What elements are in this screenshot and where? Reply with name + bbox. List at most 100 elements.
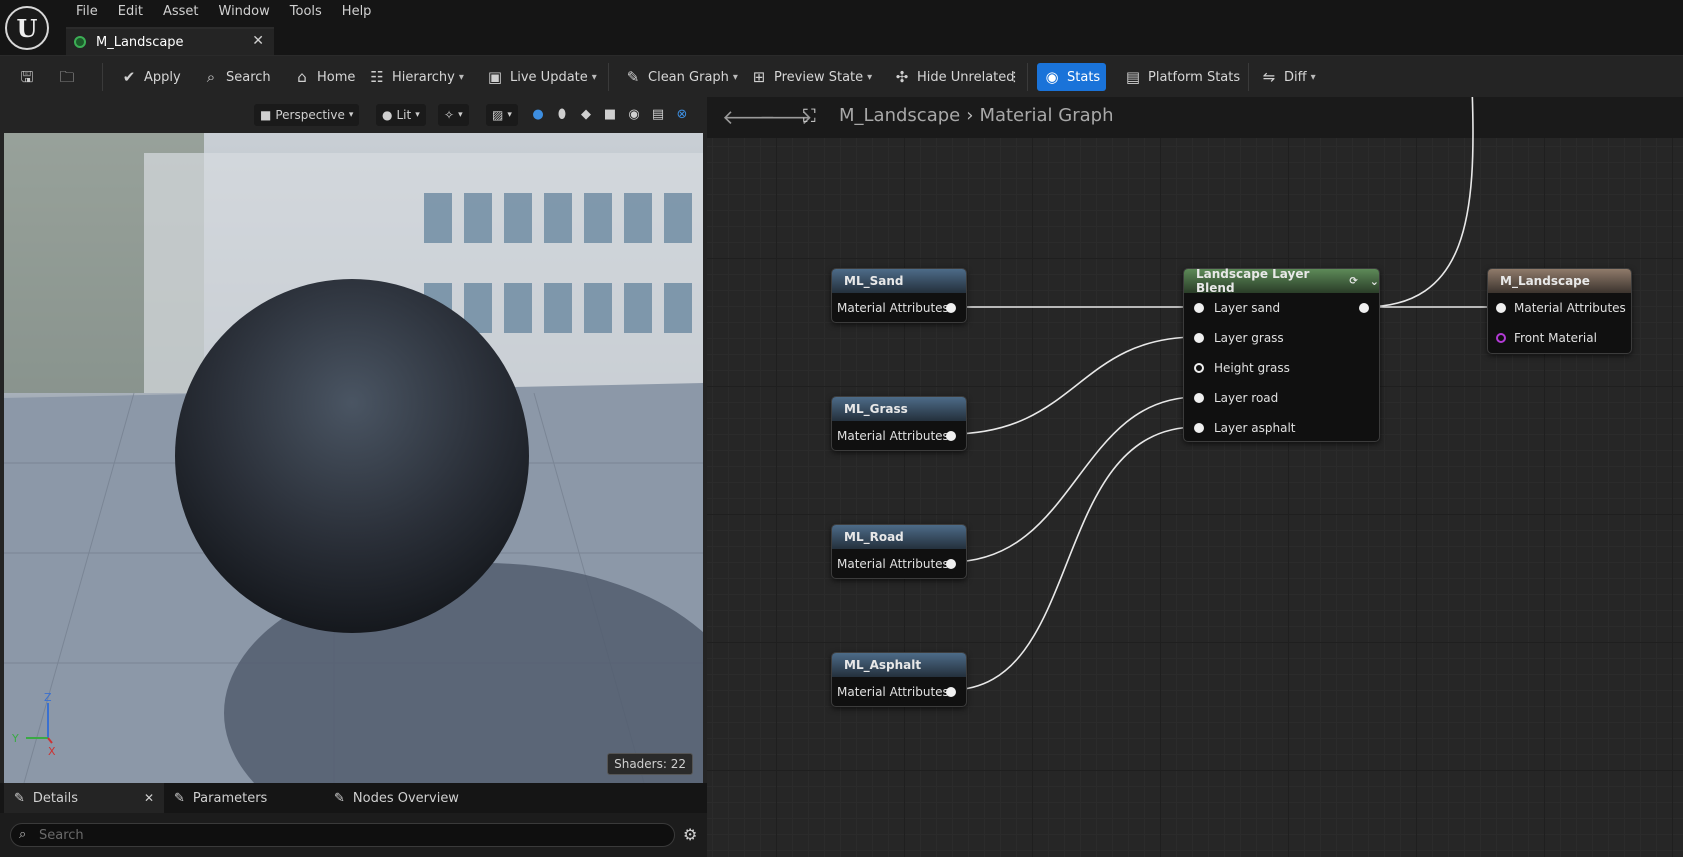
stats-icon: ◉ — [1045, 68, 1059, 86]
output-pin-row: Material Attributes — [832, 421, 966, 451]
input-pin[interactable] — [1194, 303, 1204, 313]
output-pin[interactable] — [946, 303, 956, 313]
details-search-input[interactable]: ⌕ Search — [10, 823, 675, 847]
input-pin[interactable] — [1194, 363, 1204, 373]
wire-road-to-layer-road — [949, 396, 1198, 563]
platform-stats-button[interactable]: ▤ Platform Stats — [1118, 63, 1246, 91]
sphere-preview-icon[interactable]: ● — [530, 107, 546, 123]
menu-bar: File Edit Asset Window Tools Help — [0, 0, 1683, 27]
input-pin-label: Material Attributes — [1514, 301, 1626, 315]
grid-toggle-icon[interactable]: ⊗ — [674, 107, 690, 123]
node-landscape-layer-blend[interactable]: Landscape Layer Blend ⟳ ⌄ Layer sand Lay… — [1183, 267, 1380, 442]
output-pin[interactable] — [946, 559, 956, 569]
stats-button[interactable]: ◉ Stats — [1037, 63, 1107, 91]
input-pin-row: Layer grass — [1184, 323, 1379, 353]
input-pin[interactable] — [1194, 333, 1204, 343]
close-icon[interactable]: ✕ — [144, 791, 154, 805]
live-update-icon: ▣ — [487, 68, 503, 86]
hierarchy-label: Hierarchy — [392, 69, 455, 85]
save-button[interactable]: 🖫 — [12, 63, 48, 91]
wire-grass-to-layer-grass — [949, 336, 1198, 435]
menu-file[interactable]: File — [66, 0, 108, 24]
unreal-logo-icon[interactable]: U — [5, 6, 49, 50]
chevron-down-icon: ▾ — [507, 110, 512, 120]
platform-stats-label: Platform Stats — [1148, 69, 1241, 85]
browse-button[interactable]: 🗀 — [52, 63, 88, 91]
preview-state-button[interactable]: ⊞ Preview State ▾ — [744, 63, 878, 91]
tab-bar: M_Landscape ✕ — [0, 27, 1683, 55]
cylinder-preview-icon[interactable]: ⬮ — [554, 107, 570, 123]
show-flags-dropdown[interactable]: ✧ ▾ — [438, 104, 469, 126]
input-pin-row: Layer sand — [1184, 293, 1379, 323]
output-pin-row: Material Attributes — [832, 549, 966, 579]
more-options-icon[interactable]: ⋮ — [1008, 63, 1021, 91]
tab-label: M_Landscape — [96, 34, 184, 50]
preview-options-dropdown[interactable]: ▨ ▾ — [486, 104, 518, 126]
material-graph-panel[interactable]: 🡐 🡒 ⛶ M_Landscape › Material Graph ML_Sa… — [707, 97, 1683, 857]
node-m-landscape-result[interactable]: M_Landscape Material Attributes Front Ma… — [1487, 268, 1632, 354]
hierarchy-button[interactable]: ☷ Hierarchy ▾ — [362, 63, 470, 91]
chevron-down-icon[interactable]: ⌄ — [1370, 275, 1379, 288]
realtime-icon[interactable]: ▤ — [650, 107, 666, 123]
preview-state-icon: ⊞ — [752, 68, 766, 86]
output-pin[interactable] — [946, 431, 956, 441]
hide-unrelated-button[interactable]: ✣ Hide Unrelated — [887, 63, 1021, 91]
viewport-toolbar: ■ Perspective ▾ ● Lit ▾ ✧ ▾ ▨ ▾ ● ⬮ ◆ ■ ◉ ▤ ⊗ — [4, 97, 703, 133]
home-icon: ⌂ — [297, 68, 307, 86]
output-pin-row: Material Attributes — [832, 293, 966, 323]
menu-edit[interactable]: Edit — [108, 0, 153, 24]
material-preview-viewport[interactable]: Z Y X Shaders: 22 — [4, 133, 703, 783]
menu-window[interactable]: Window — [209, 0, 280, 24]
output-pin[interactable] — [1359, 303, 1369, 313]
node-ml-sand[interactable]: ML_Sand Material Attributes — [831, 268, 967, 323]
plane-preview-icon[interactable]: ◆ — [578, 107, 594, 123]
search-label: Search — [226, 69, 271, 85]
camera-icon: ■ — [260, 108, 272, 122]
details-panel: ✎ Details ✕ ✎ Parameters ✎ Nodes Overview ⌕ … — [0, 783, 707, 857]
menu-asset[interactable]: Asset — [153, 0, 209, 24]
axis-x-label: X — [48, 745, 56, 758]
menu-tools[interactable]: Tools — [280, 0, 332, 24]
node-ml-grass[interactable]: ML_Grass Material Attributes — [831, 396, 967, 451]
input-pin[interactable] — [1496, 303, 1506, 313]
refresh-icon[interactable]: ⟳ — [1349, 276, 1357, 287]
node-ml-road[interactable]: ML_Road Material Attributes — [831, 524, 967, 579]
input-pin[interactable] — [1496, 333, 1506, 343]
menu-help[interactable]: Help — [332, 0, 382, 24]
node-title: ML_Grass — [832, 397, 966, 421]
toolbar-divider — [1248, 63, 1249, 91]
tab-nodes-overview[interactable]: ✎ Nodes Overview — [324, 783, 524, 813]
axis-y-label: Y — [11, 732, 19, 745]
tab-parameters[interactable]: ✎ Parameters — [164, 783, 324, 813]
live-update-button[interactable]: ▣ Live Update ▾ — [480, 63, 603, 91]
pencil-icon: ✎ — [334, 790, 345, 806]
input-pin-label: Layer road — [1214, 391, 1279, 405]
platform-stats-icon: ▤ — [1125, 68, 1141, 86]
output-pin[interactable] — [946, 687, 956, 697]
tab-m-landscape[interactable]: M_Landscape ✕ — [66, 27, 274, 55]
input-pin[interactable] — [1194, 423, 1204, 433]
graph-wires — [949, 97, 1500, 691]
gear-icon[interactable]: ⚙ — [683, 825, 697, 844]
cube-preview-icon[interactable]: ■ — [602, 107, 618, 123]
apply-icon: ✔ — [122, 68, 136, 86]
home-label: Home — [317, 69, 356, 85]
lit-dropdown[interactable]: ● Lit ▾ — [376, 104, 426, 126]
search-button[interactable]: ⌕ Search — [196, 63, 277, 91]
tab-details[interactable]: ✎ Details ✕ — [4, 783, 164, 813]
home-button[interactable]: ⌂ Home — [287, 63, 361, 91]
output-pin-row: Material Attributes — [832, 677, 966, 707]
search-icon: ⌕ — [19, 827, 27, 842]
input-pin[interactable] — [1194, 393, 1204, 403]
chevron-down-icon: ▾ — [458, 71, 464, 83]
lit-sphere-icon: ● — [382, 108, 393, 122]
close-icon[interactable]: ✕ — [252, 33, 264, 49]
perspective-dropdown[interactable]: ■ Perspective ▾ — [254, 104, 360, 126]
apply-button[interactable]: ✔ Apply — [114, 63, 187, 91]
mesh-preview-icon[interactable]: ◉ — [626, 107, 642, 123]
node-ml-asphalt[interactable]: ML_Asphalt Material Attributes — [831, 652, 967, 707]
diff-button[interactable]: ⇋ Diff ▾ — [1254, 63, 1322, 91]
node-title: ML_Sand — [832, 269, 966, 293]
preview-state-label: Preview State — [774, 69, 864, 85]
clean-graph-button[interactable]: ✎ Clean Graph ▾ — [618, 63, 744, 91]
